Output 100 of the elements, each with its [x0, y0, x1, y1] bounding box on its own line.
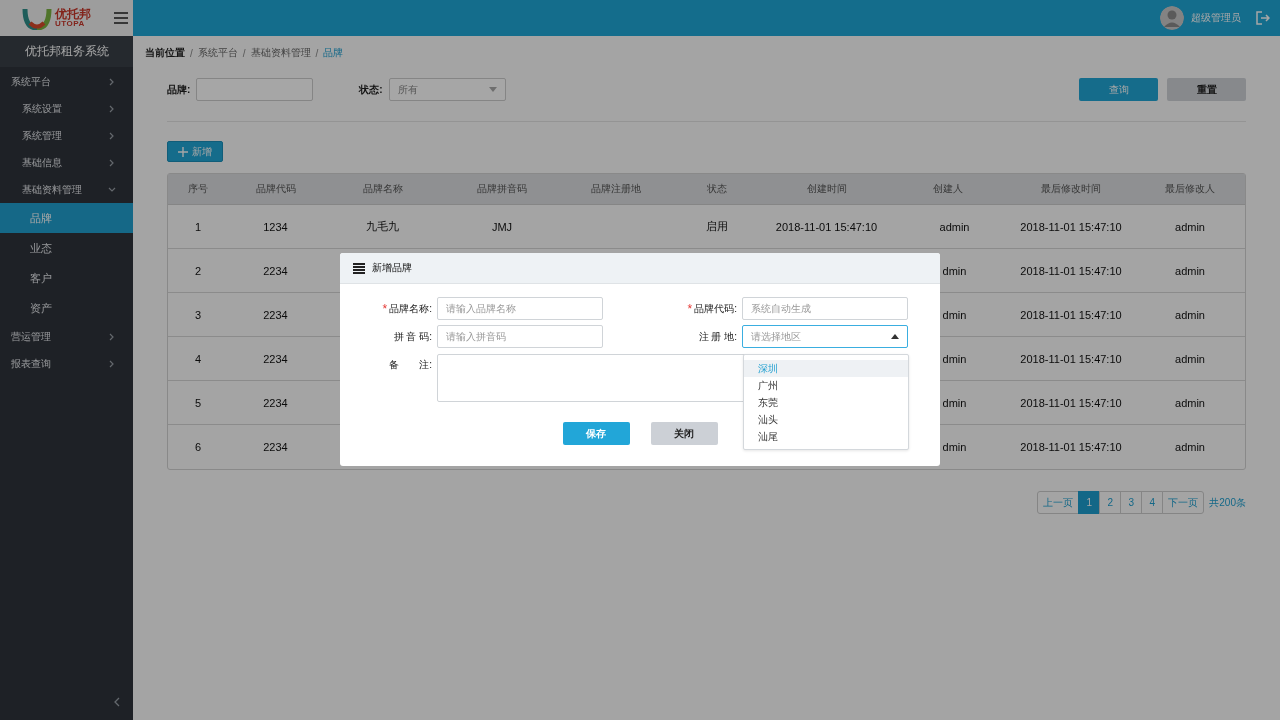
- table-cell-text: dmin: [941, 308, 968, 321]
- table-cell-text: dmin: [941, 441, 968, 453]
- table-cell-text: 2018-11-01 15:47:10: [1019, 396, 1123, 409]
- region-select[interactable]: 请选择地区: [742, 325, 908, 348]
- list-icon: [353, 262, 365, 274]
- collapse-icon[interactable]: [112, 697, 121, 707]
- breadcrumb-separator: /: [242, 47, 246, 59]
- chevron-right-icon: [108, 104, 116, 113]
- table-cell-text: admin: [1174, 220, 1206, 233]
- logo-text: 优托邦: [55, 8, 91, 20]
- column-header: 状态: [706, 182, 728, 196]
- next-page-button[interactable]: 下一页: [1162, 491, 1205, 514]
- add-button[interactable]: 新增: [167, 141, 223, 162]
- table-cell-text: 2018-11-01 15:47:10: [1019, 308, 1123, 321]
- user-name[interactable]: 超级管理员: [1191, 11, 1241, 25]
- breadcrumb-link[interactable]: 基础资料管理: [250, 46, 311, 60]
- dialog-title: 新增品牌: [372, 261, 412, 275]
- close-button[interactable]: 关闭: [650, 422, 718, 445]
- menu-item[interactable]: 业态: [0, 233, 133, 263]
- table-cell-text: 5: [193, 396, 203, 409]
- column-header: 创建人: [931, 182, 964, 196]
- logout-icon[interactable]: [1256, 11, 1270, 25]
- table-cell-text: admin: [1174, 441, 1206, 453]
- table-cell-text: 4: [193, 352, 203, 365]
- column-header: 最后修改人: [1164, 182, 1216, 196]
- user-avatar[interactable]: [1160, 6, 1184, 30]
- dropdown-option[interactable]: 东莞: [744, 394, 908, 411]
- page-button[interactable]: 4: [1141, 491, 1164, 514]
- table-cell-text: admin: [1174, 396, 1206, 409]
- table-cell-text: admin: [1174, 308, 1206, 321]
- chevron-right-icon: [108, 158, 116, 167]
- breadcrumb-link[interactable]: 品牌: [323, 46, 344, 60]
- logo-subtext: UTOPA: [55, 20, 85, 28]
- status-select[interactable]: 所有: [388, 78, 506, 101]
- table-cell-text: 启用: [705, 219, 729, 234]
- menu-item[interactable]: 客户: [0, 263, 133, 293]
- table-cell-text: 1234: [262, 220, 289, 233]
- chevron-right-icon: [108, 77, 116, 86]
- table-cell-text: 1: [193, 220, 203, 233]
- column-header: 品牌注册地: [589, 182, 642, 196]
- chevron-right-icon: [108, 131, 116, 140]
- table-cell-text: 2234: [262, 352, 289, 365]
- menu-item[interactable]: 系统管理: [0, 122, 133, 149]
- caret-up-icon: [891, 334, 899, 339]
- brand-input[interactable]: [196, 78, 314, 101]
- field-label: * 品牌名称:: [382, 302, 432, 316]
- total-count: 共200条: [1209, 495, 1246, 510]
- dropdown-option[interactable]: 汕尾: [744, 428, 908, 445]
- text-field[interactable]: 请输入拼音码: [437, 325, 603, 348]
- menu-icon[interactable]: [114, 12, 128, 24]
- menu-item[interactable]: 营运管理: [0, 323, 133, 350]
- plus-icon: [178, 146, 188, 157]
- menu-item[interactable]: 品牌: [0, 203, 133, 233]
- table-cell-text: dmin: [941, 396, 968, 409]
- table-cell-text: 6: [193, 441, 203, 453]
- field-label: 注 册 地:: [698, 330, 737, 344]
- table-cell-text: dmin: [941, 352, 968, 365]
- filter-label: 品牌:: [167, 82, 191, 97]
- field-label: * 品牌代码:: [687, 302, 737, 316]
- text-field[interactable]: 系统自动生成: [742, 297, 908, 320]
- table-cell-text: 2018-11-01 15:47:10: [1019, 220, 1123, 233]
- chevron-right-icon: [108, 359, 116, 368]
- text-field[interactable]: 请输入品牌名称: [437, 297, 603, 320]
- table-cell-text: 2234: [262, 396, 289, 409]
- table-cell-text: admin: [1174, 264, 1206, 277]
- chevron-right-icon: [108, 332, 116, 341]
- dropdown-option[interactable]: 汕头: [744, 411, 908, 428]
- table-cell-text: 2018-11-01 15:47:10: [1019, 441, 1123, 453]
- column-header: 品牌拼音码: [476, 182, 528, 196]
- dropdown-option[interactable]: 深圳: [744, 360, 908, 377]
- menu-item[interactable]: 基础资料管理: [0, 176, 133, 203]
- field-label: 拼 音 码:: [393, 330, 432, 344]
- breadcrumb-separator: /: [190, 47, 193, 59]
- table-cell-text: admin: [1174, 352, 1206, 365]
- table-cell-text: 2234: [262, 264, 289, 277]
- breadcrumb-link[interactable]: 系统平台: [197, 46, 238, 60]
- search-button[interactable]: 查询: [1079, 78, 1158, 101]
- table-cell-text: admin: [938, 220, 971, 233]
- logo-icon: [22, 6, 52, 30]
- page-button[interactable]: 3: [1120, 491, 1143, 514]
- column-header: 创建时间: [805, 182, 848, 196]
- menu-item[interactable]: 基础信息: [0, 149, 133, 176]
- page-button[interactable]: 2: [1099, 491, 1122, 514]
- dropdown-option[interactable]: 广州: [744, 377, 908, 394]
- system-title: 优托邦租务系统: [0, 36, 133, 67]
- breadcrumb-separator: /: [315, 47, 319, 59]
- table-cell-text: 3: [193, 308, 203, 321]
- reset-button[interactable]: 重置: [1167, 78, 1246, 101]
- menu-item[interactable]: 报表查询: [0, 350, 133, 377]
- menu-item[interactable]: 资产: [0, 293, 133, 323]
- caret-down-icon: [488, 87, 497, 92]
- page-button[interactable]: 1: [1078, 491, 1101, 514]
- save-button[interactable]: 保存: [562, 422, 630, 445]
- prev-page-button[interactable]: 上一页: [1037, 491, 1080, 514]
- column-header: 最后修改时间: [1040, 182, 1102, 196]
- menu-item[interactable]: 系统平台: [0, 68, 133, 95]
- column-header: 品牌代码: [254, 182, 297, 196]
- menu-item[interactable]: 系统设置: [0, 95, 133, 122]
- chevron-down-icon: [108, 185, 116, 194]
- table-cell-text: 2234: [262, 308, 289, 321]
